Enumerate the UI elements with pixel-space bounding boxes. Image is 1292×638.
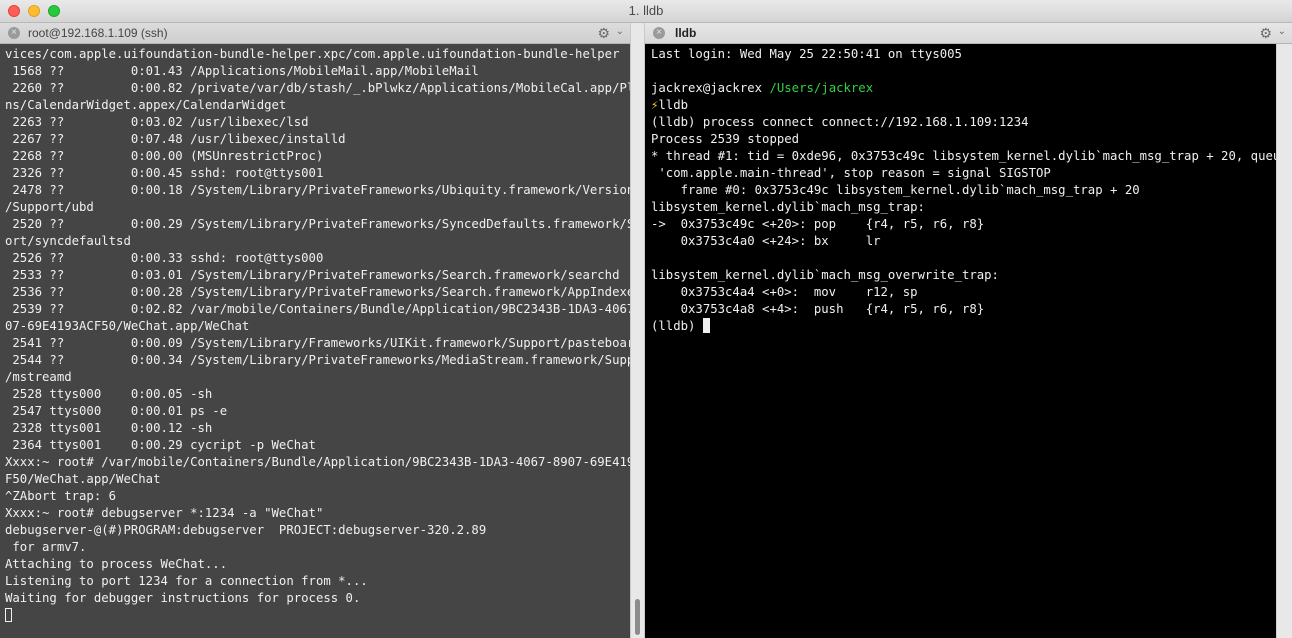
terminal-line: Waiting for debugger instructions for pr…	[5, 591, 361, 605]
terminal-line: 2328 ttys001 0:00.12 -sh	[5, 421, 213, 435]
gear-icon[interactable]: ⚙	[597, 25, 610, 42]
terminal-line: Attaching to process WeChat...	[5, 557, 228, 571]
text-cursor	[702, 318, 710, 333]
last-login-line: Last login: Wed May 25 22:50:41 on ttys0…	[651, 47, 962, 61]
text-cursor	[5, 608, 12, 622]
terminal-line: 2263 ?? 0:03.02 /usr/libexec/lsd	[5, 115, 309, 129]
left-terminal-pane[interactable]: × root@192.168.1.109 (ssh) ⚙ ⌄ vices/com…	[0, 23, 630, 638]
terminal-line: 2533 ?? 0:03.01 /System/Library/PrivateF…	[5, 268, 620, 282]
terminal-line: 2520 ?? 0:00.29 /System/Library/PrivateF…	[5, 217, 630, 231]
right-terminal-pane[interactable]: × lldb ⚙ ⌄ Last login: Wed May 25 22:50:…	[645, 23, 1292, 638]
prompt-user: jackrex@jackrex	[651, 81, 763, 95]
terminal-line: Xxxx:~ root# /var/mobile/Containers/Bund…	[5, 455, 630, 469]
right-pane-tabbar: × lldb ⚙ ⌄	[645, 23, 1292, 44]
terminal-line: 07-69E4193ACF50/WeChat.app/WeChat	[5, 319, 250, 333]
terminal-line: 2478 ?? 0:00.18 /System/Library/PrivateF…	[5, 183, 630, 197]
chevron-down-icon[interactable]: ⌄	[1278, 26, 1286, 37]
terminal-line: 0x3753c4a0 <+24>: bx lr	[651, 234, 881, 248]
terminal-line: F50/WeChat.app/WeChat	[5, 472, 161, 486]
terminal-line: debugserver-@(#)PROGRAM:debugserver PROJ…	[5, 523, 487, 537]
terminal-line: /mstreamd	[5, 370, 72, 384]
lldb-output: (lldb) process connect connect://192.168…	[651, 114, 1276, 318]
shell-prompt-line: jackrex@jackrex /Users/jackrex	[651, 80, 1276, 97]
command-text: lldb	[658, 98, 689, 112]
lldb-prompt: (lldb)	[651, 319, 703, 333]
left-pane-scrollbar-thumb[interactable]	[635, 599, 640, 635]
terminal-line: -> 0x3753c49c <+20>: pop {r4, r5, r6, r8…	[651, 217, 985, 231]
prompt-path: /Users/jackrex	[769, 81, 874, 95]
terminal-line: 2267 ?? 0:07.48 /usr/libexec/installd	[5, 132, 346, 146]
terminal-line: Xxxx:~ root# debugserver *:1234 -a "WeCh…	[5, 506, 324, 520]
right-pane-title: lldb	[675, 26, 697, 40]
terminal-line: /Support/ubd	[5, 200, 94, 214]
terminal-line: 2528 ttys000 0:00.05 -sh	[5, 387, 213, 401]
terminal-line: libsystem_kernel.dylib`mach_msg_overwrit…	[651, 268, 999, 282]
chevron-down-icon[interactable]: ⌄	[616, 26, 624, 37]
left-pane-tabbar: × root@192.168.1.109 (ssh) ⚙ ⌄	[0, 23, 630, 44]
close-icon[interactable]: ×	[653, 27, 665, 39]
window-titlebar: 1. lldb	[0, 0, 1292, 23]
terminal-line: * thread #1: tid = 0xde96, 0x3753c49c li…	[651, 149, 1276, 163]
lldb-prompt-line[interactable]: (lldb)	[651, 318, 1276, 335]
terminal-line: 2547 ttys000 0:00.01 ps -e	[5, 404, 228, 418]
terminal-line: 2526 ?? 0:00.33 sshd: root@ttys000	[5, 251, 324, 265]
terminal-line: vices/com.apple.uifoundation-bundle-help…	[5, 47, 620, 61]
terminal-line: for armv7.	[5, 540, 87, 554]
terminal-line: Process 2539 stopped	[651, 132, 800, 146]
terminal-line: 0x3753c4a4 <+0>: mov r12, sp	[651, 285, 918, 299]
terminal-line: 2539 ?? 0:02.82 /var/mobile/Containers/B…	[5, 302, 630, 316]
terminal-line: ^ZAbort trap: 6	[5, 489, 117, 503]
pane-divider[interactable]	[630, 23, 645, 638]
window-title: 1. lldb	[628, 3, 664, 18]
terminal-line: libsystem_kernel.dylib`mach_msg_trap:	[651, 200, 925, 214]
left-terminal-output[interactable]: vices/com.apple.uifoundation-bundle-help…	[0, 44, 630, 638]
right-pane-scrollbar[interactable]	[1276, 44, 1292, 638]
close-icon[interactable]: ×	[8, 27, 20, 39]
terminal-line: frame #0: 0x3753c49c libsystem_kernel.dy…	[651, 183, 1140, 197]
terminal-line: 2544 ?? 0:00.34 /System/Library/PrivateF…	[5, 353, 630, 367]
terminal-line: (lldb) process connect connect://192.168…	[651, 115, 1029, 129]
terminal-line: 1568 ?? 0:01.43 /Applications/MobileMail…	[5, 64, 479, 78]
terminal-line: 2541 ?? 0:00.09 /System/Library/Framewor…	[5, 336, 630, 350]
command-line: ⚡lldb	[651, 97, 1276, 114]
terminal-line: 2364 ttys001 0:00.29 cycript -p WeChat	[5, 438, 316, 452]
cursor-line	[5, 607, 630, 624]
terminal-line: 2268 ?? 0:00.00 (MSUnrestrictProc)	[5, 149, 324, 163]
terminal-line: Listening to port 1234 for a connection …	[5, 574, 368, 588]
gear-icon[interactable]: ⚙	[1259, 25, 1272, 42]
terminal-line: 2260 ?? 0:00.82 /private/var/db/stash/_.…	[5, 81, 630, 95]
terminal-line: 0x3753c4a8 <+4>: push {r4, r5, r6, r8}	[651, 302, 985, 316]
terminal-line: ort/syncdefaultsd	[5, 234, 131, 248]
terminal-line: ns/CalendarWidget.appex/CalendarWidget	[5, 98, 287, 112]
right-terminal-output[interactable]: Last login: Wed May 25 22:50:41 on ttys0…	[645, 44, 1276, 638]
terminal-line: 'com.apple.main-thread', stop reason = s…	[651, 166, 1051, 180]
terminal-line: 2326 ?? 0:00.45 sshd: root@ttys001	[5, 166, 324, 180]
left-pane-title: root@192.168.1.109 (ssh)	[28, 26, 168, 40]
terminal-line: 2536 ?? 0:00.28 /System/Library/PrivateF…	[5, 285, 630, 299]
